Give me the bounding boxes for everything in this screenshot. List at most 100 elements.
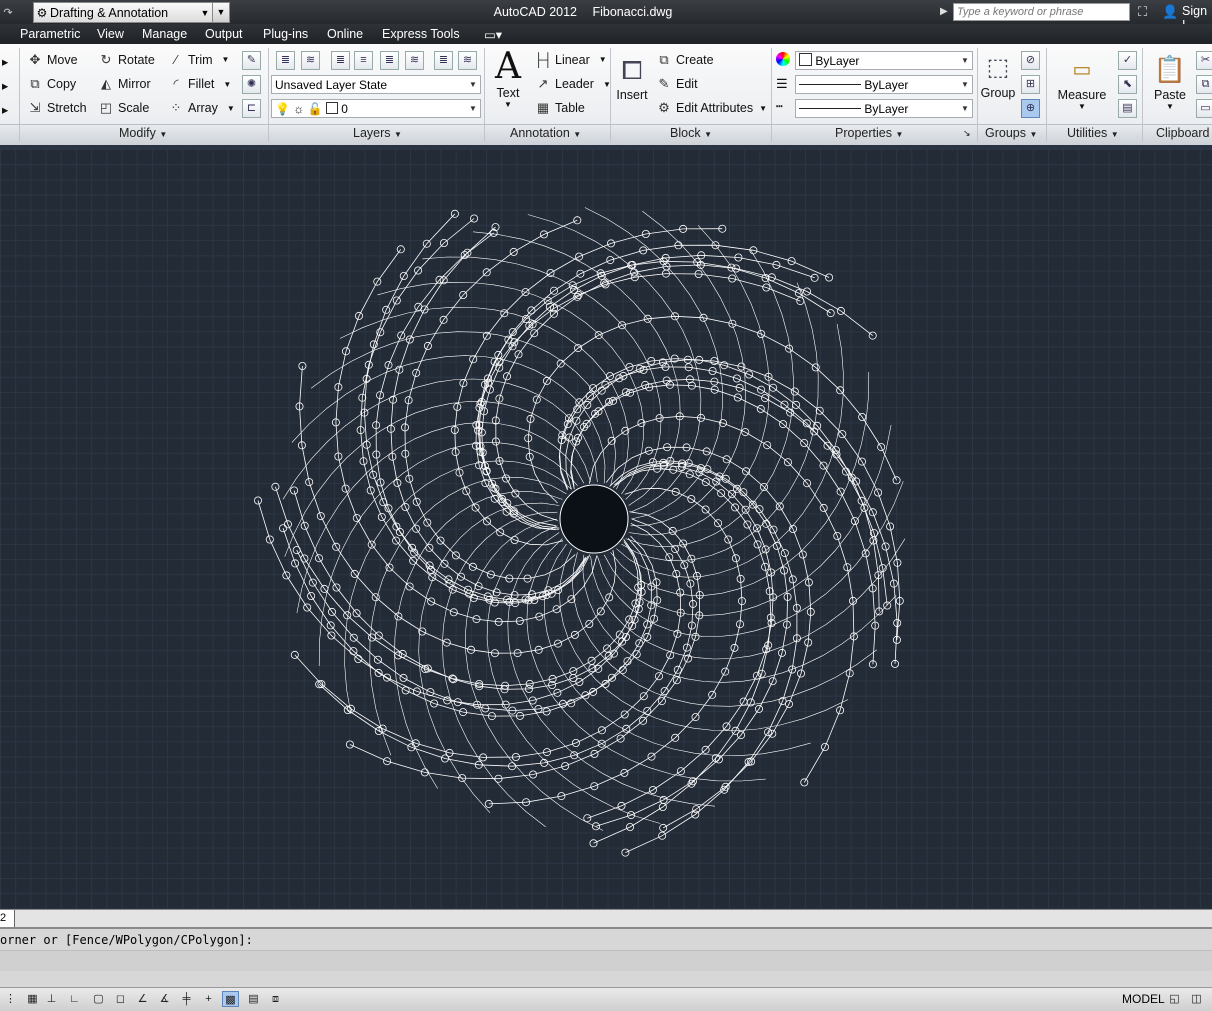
spiral-counter-arm[interactable] — [282, 378, 598, 500]
search-expand-icon[interactable]: ▶ — [940, 3, 952, 21]
spiral-counter-arm[interactable] — [291, 355, 606, 484]
binoculars-icon[interactable]: ⛶ — [1138, 4, 1147, 20]
layer-previous-icon[interactable]: ≡ — [354, 51, 373, 70]
fibonacci-spiral-drawing[interactable] — [0, 149, 1212, 909]
measure-button[interactable]: ▭ Measure ▼ — [1055, 52, 1109, 111]
properties-launcher-icon[interactable]: ↘ — [963, 128, 971, 139]
stretch-button[interactable]: ⇲ Stretch — [26, 100, 87, 116]
array-button[interactable]: ⁘ Array ▼ — [167, 100, 235, 116]
quick-view-layouts-icon[interactable]: ◱ — [1166, 991, 1183, 1007]
clipboard-panel-title[interactable]: Clipboard — [1156, 126, 1210, 140]
cut-icon[interactable]: ✂ — [1196, 51, 1212, 70]
fillet-button[interactable]: ◜ Fillet ▼ — [167, 76, 231, 92]
layer-state-icon[interactable]: ≋ — [301, 51, 320, 70]
quick-select-icon[interactable]: ✓ — [1118, 51, 1137, 70]
color-select[interactable]: ByLayer ▼ — [795, 51, 973, 70]
spiral-counter-arm[interactable] — [507, 532, 716, 807]
color-wheel-icon[interactable] — [776, 52, 790, 66]
tab-output[interactable]: Output — [205, 27, 243, 41]
text-button[interactable]: A Text ▼ — [492, 48, 524, 110]
leader-button[interactable]: ↗ Leader ▼ — [534, 76, 611, 92]
layer-off-icon[interactable]: ≣ — [434, 51, 453, 70]
move-button[interactable]: ✥ Move — [26, 52, 78, 68]
spiral-counter-arm[interactable] — [310, 331, 616, 486]
draw-panel-arrow-icon[interactable]: ▸ — [2, 78, 8, 93]
spiral-counter-arm[interactable] — [572, 552, 878, 707]
erase-icon[interactable]: ✎ — [242, 51, 261, 70]
select-all-icon[interactable]: ⬉ — [1118, 75, 1137, 94]
spiral-arm[interactable] — [527, 315, 897, 504]
paste-button[interactable]: 📋 Paste ▼ — [1150, 50, 1190, 111]
layer-isolate-icon[interactable]: ≣ — [380, 51, 399, 70]
group-edit-icon[interactable]: ⊞ — [1021, 75, 1040, 94]
model-space-label[interactable]: MODEL — [1122, 992, 1165, 1006]
explode-icon[interactable]: ✺ — [242, 75, 261, 94]
offset-icon[interactable]: ⊏ — [242, 99, 261, 118]
annotation-panel-title[interactable]: Annotation ▼ — [510, 126, 581, 140]
modify-panel-title[interactable]: Modify ▼ — [119, 126, 167, 140]
quick-properties-icon[interactable]: ⧈ — [267, 991, 284, 1007]
group-selection-icon[interactable]: ⊕ — [1021, 99, 1040, 118]
transparency-icon[interactable]: ▤ — [245, 991, 262, 1007]
spiral-counter-arm[interactable] — [318, 442, 578, 667]
linear-dimension-button[interactable]: ├┤ Linear ▼ — [534, 52, 607, 67]
spiral-arm[interactable] — [477, 260, 831, 527]
draw-panel-arrow-icon[interactable]: ▸ — [2, 54, 8, 69]
spiral-counter-arm[interactable] — [442, 511, 558, 828]
layer-properties-icon[interactable]: ≣ — [276, 51, 295, 70]
mirror-button[interactable]: ◭ Mirror — [97, 76, 151, 92]
object-snap-tracking-icon[interactable]: ∡ — [156, 991, 173, 1007]
tab-online[interactable]: Online — [327, 27, 363, 41]
search-input[interactable]: Type a keyword or phrase — [953, 3, 1130, 21]
coordinates-toggle-icon[interactable]: ⋮ — [2, 991, 19, 1007]
spiral-counter-arm[interactable] — [610, 371, 870, 596]
table-button[interactable]: ▦ Table — [534, 100, 585, 116]
layer-state-select[interactable]: Unsaved Layer State ▼ — [271, 75, 481, 94]
layout-tab[interactable]: 2 — [0, 910, 15, 927]
tab-parametric[interactable]: Parametric — [20, 27, 80, 41]
linetype-select[interactable]: ByLayer ▼ — [795, 75, 973, 94]
tab-view[interactable]: View — [97, 27, 124, 41]
create-block-button[interactable]: ⧉ Create — [655, 52, 713, 68]
user-icon[interactable]: 👤 — [1162, 4, 1178, 20]
snap-grid-icon[interactable]: ▦ — [24, 991, 41, 1007]
spiral-arm[interactable] — [282, 528, 652, 717]
spiral-arm[interactable] — [495, 264, 873, 521]
layer-match-icon[interactable]: ≣ — [331, 51, 350, 70]
spiral-counter-arm[interactable] — [344, 460, 572, 715]
ortho-icon[interactable]: ∟ — [66, 991, 83, 1007]
scale-button[interactable]: ◰ Scale — [97, 100, 149, 116]
copy-button[interactable]: ⧉ Copy — [26, 76, 76, 92]
spiral-counter-arm[interactable] — [630, 210, 746, 527]
rotate-button[interactable]: ↻ Rotate — [97, 52, 155, 68]
tab-manage[interactable]: Manage — [142, 27, 187, 41]
calculator-icon[interactable]: ▤ — [1118, 99, 1137, 118]
insert-button[interactable]: ⧠ Insert — [613, 52, 651, 102]
copy-clip-icon[interactable]: ⧉ — [1196, 75, 1212, 94]
ribbon-minimize-icon[interactable]: ▭▾ — [484, 27, 502, 42]
spiral-arm[interactable] — [360, 218, 589, 604]
properties-panel-title[interactable]: Properties ▼ — [835, 126, 903, 140]
grid-display-icon[interactable]: ⊥ — [43, 991, 60, 1007]
spiral-counter-arm[interactable] — [296, 422, 585, 614]
edit-attributes-button[interactable]: ⚙ Edit Attributes ▼ — [655, 100, 767, 116]
ungroup-icon[interactable]: ⊘ — [1021, 51, 1040, 70]
3d-object-snap-icon[interactable]: ∠ — [134, 991, 151, 1007]
utilities-panel-title[interactable]: Utilities ▼ — [1067, 126, 1119, 140]
layer-freeze-icon[interactable]: ≋ — [405, 51, 424, 70]
block-panel-title[interactable]: Block ▼ — [670, 126, 712, 140]
groups-panel-title[interactable]: Groups ▼ — [985, 126, 1037, 140]
tab-express-tools[interactable]: Express Tools — [382, 27, 460, 41]
spiral-counter-arm[interactable] — [284, 401, 591, 557]
lineweight-toggle-icon[interactable]: ▩ — [222, 991, 239, 1007]
trim-button[interactable]: ⁄ Trim ▼ — [167, 52, 230, 67]
lineweight-select[interactable]: ByLayer ▼ — [795, 99, 973, 118]
match-properties-icon[interactable]: ▭ — [1196, 99, 1212, 118]
quick-view-drawings-icon[interactable]: ◫ — [1188, 991, 1205, 1007]
spiral-arm[interactable] — [475, 273, 801, 531]
draw-panel-arrow-icon[interactable]: ▸ — [2, 102, 8, 117]
dynamic-ucs-icon[interactable]: ╪ — [178, 991, 195, 1007]
layer-lock-icon[interactable]: ≋ — [458, 51, 477, 70]
command-input[interactable] — [0, 950, 1212, 971]
dynamic-input-icon[interactable]: + — [200, 991, 217, 1007]
